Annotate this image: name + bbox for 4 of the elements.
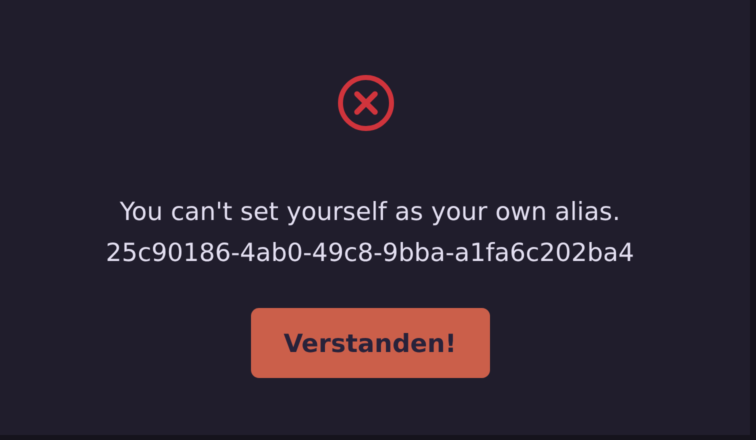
error-icon [336, 73, 396, 133]
error-message: You can't set yourself as your own alias. [120, 196, 620, 228]
confirm-button[interactable]: Verstanden! [250, 308, 490, 378]
alias-id: 25c90186-4ab0-49c8-9bba-a1fa6c202ba4 [106, 237, 634, 269]
